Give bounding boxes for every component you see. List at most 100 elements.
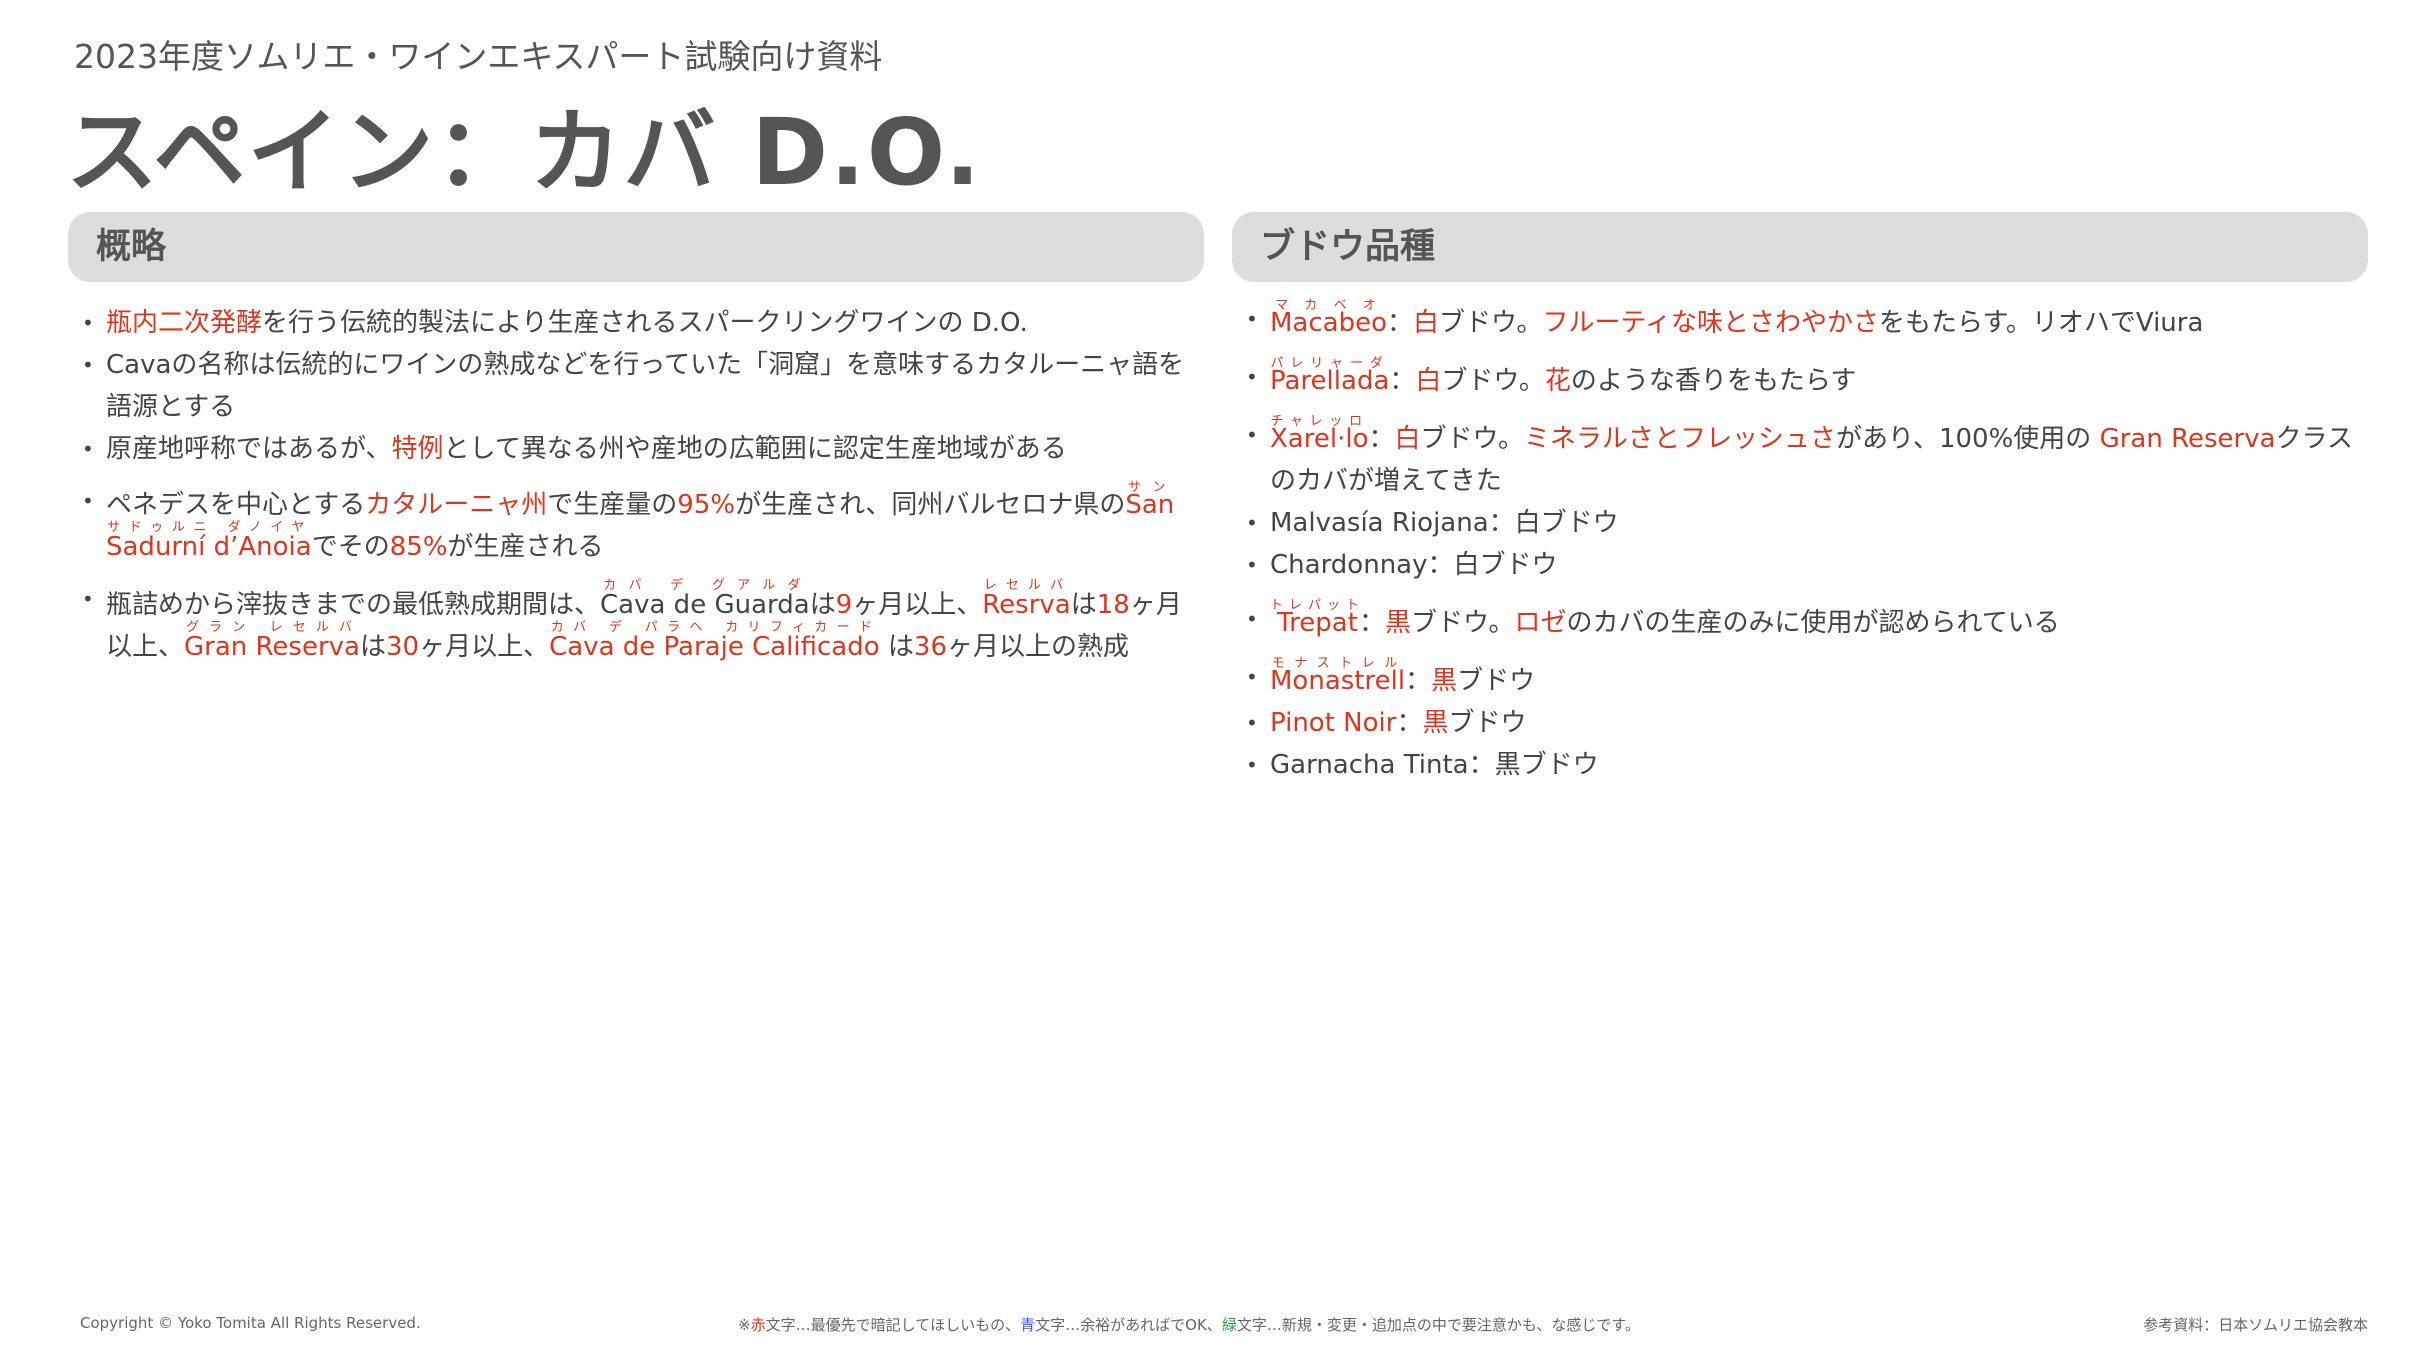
ruby-term: Sadurní d’Anoiaサドゥルニ ダノイヤ	[106, 520, 312, 562]
copyright-text: Copyright © Yoko Tomita All Rights Reser…	[80, 1314, 421, 1332]
ruby-term: Trepatトレパット	[1270, 598, 1365, 638]
body-text: が生産される	[447, 532, 604, 562]
overview-list: • 瓶内二次発酵を行う伝統的製法により生産されるスパークリングワインの D.O. •…	[68, 302, 1204, 668]
grape-varieties-list: • Macabeoマカベオ：白ブドウ。フルーティな味とさわやかさをもたらす。リオハ…	[1232, 298, 2368, 786]
grape-varieties-heading: ブドウ品種	[1232, 212, 2368, 282]
body-text: ブドウ	[1457, 666, 1536, 696]
highlight-text: 白	[1394, 424, 1421, 454]
bullet-icon: •	[1246, 753, 1258, 777]
highlight-text: カタルーニャ州	[365, 490, 548, 520]
body-text: Chardonnay：白ブドウ	[1270, 550, 1558, 580]
ruby-term: Monastrellモナストレル	[1270, 656, 1405, 696]
list-item: • ペネデスを中心とするカタルーニャ州で生産量の95%が生産され、同州バルセロナ県…	[68, 480, 1204, 568]
body-text: ヶ月以上、	[419, 632, 550, 662]
bullet-icon: •	[1246, 665, 1258, 689]
overview-heading: 概略	[68, 212, 1204, 282]
furigana: サン	[1125, 480, 1175, 495]
highlight-text: 9	[835, 590, 853, 620]
ruby-term: Macabeoマカベオ	[1270, 298, 1387, 338]
bullet-icon: •	[1246, 307, 1258, 331]
body-text: Malvasía Riojana：白ブドウ	[1270, 508, 1619, 538]
body-text: ：	[1387, 308, 1414, 338]
body-text: 文字…新規・変更・追加点の中で要注意かも、な感じです。	[1236, 1316, 1640, 1334]
highlight-text: 85%	[389, 532, 448, 562]
body-text: ブドウ	[1448, 708, 1527, 738]
body-text: は	[1070, 590, 1097, 620]
bullet-icon: •	[1246, 553, 1258, 577]
highlight-text: 黒	[1385, 608, 1412, 638]
furigana: トレパット	[1270, 598, 1366, 613]
furigana: マカベオ	[1270, 298, 1387, 313]
body-text: が生産され、同州バルセロナ県の	[735, 490, 1126, 520]
highlight-text: ミネラルさとフレッシュさ	[1524, 424, 1837, 454]
body-text: ブドウ。	[1441, 366, 1545, 396]
furigana: グラン レセルバ	[184, 620, 360, 635]
body-text: ブドウ。	[1420, 424, 1524, 454]
highlight-text: Gran Reserva	[2099, 424, 2276, 454]
ruby-term: Cava de Guardaカバ デ グアルダ	[600, 578, 810, 620]
highlight-text: 白	[1415, 366, 1442, 396]
bullet-icon: •	[82, 437, 94, 461]
highlight-text: 特例	[391, 434, 444, 464]
list-item: • 瓶内二次発酵を行う伝統的製法により生産されるスパークリングワインの D.O.	[68, 302, 1204, 344]
reference-note: 参考資料：日本ソムリエ協会教本	[2143, 1316, 2368, 1334]
ruby-term: Sanサン	[1125, 480, 1174, 520]
term-text: Cava de Guarda	[600, 590, 810, 620]
term-text: Sadurní d’Anoia	[106, 532, 312, 562]
highlight-text: 95%	[677, 490, 736, 520]
bullet-icon: •	[82, 489, 94, 513]
highlight-text: 36	[913, 632, 948, 662]
list-item: • Chardonnay：白ブドウ	[1232, 544, 2368, 586]
body-text: があり、100%使用の	[1836, 424, 2100, 454]
highlight-text: ロゼ	[1514, 608, 1567, 638]
list-item: • Cavaの名称は伝統的にワインの熟成などを行っていた「洞窟」を意味するカタルー…	[68, 344, 1204, 428]
highlight-text: 白	[1413, 308, 1440, 338]
body-text: で生産量の	[547, 490, 678, 520]
list-item: • Garnacha Tinta：黒ブドウ	[1232, 744, 2368, 786]
body-text: ペネデスを中心とする	[106, 490, 366, 520]
highlight-text: 30	[386, 632, 420, 662]
furigana: サドゥルニ ダノイヤ	[106, 520, 312, 535]
page-title: スペイン：カバ D.O.	[66, 99, 983, 206]
bullet-icon: •	[82, 353, 94, 377]
list-item: • Monastrellモナストレル：黒ブドウ	[1232, 656, 2368, 702]
term-text: Cava de Paraje Calificado	[549, 632, 880, 662]
highlight-text: 瓶内二次発酵	[106, 308, 263, 338]
term-text: Resrva	[982, 590, 1071, 620]
body-text: のカバの生産のみに使用が認められている	[1566, 608, 2060, 638]
bullet-icon: •	[1246, 423, 1258, 447]
grape-varieties-panel: ブドウ品種 • Macabeoマカベオ：白ブドウ。フルーティな味とさわやかさをもた…	[1232, 212, 2368, 786]
furigana: カバ デ パラヘ カリフィカード	[549, 620, 880, 635]
body-text: のような香りをもたらす	[1570, 366, 1857, 396]
bullet-icon: •	[1246, 511, 1258, 535]
list-item: • Malvasía Riojana：白ブドウ	[1232, 502, 2368, 544]
highlight-text: 青	[1020, 1316, 1036, 1334]
list-item: • Trepatトレパット：黒ブドウ。ロゼのカバの生産のみに使用が認められている	[1232, 598, 2368, 644]
furigana: モナストレル	[1270, 656, 1406, 671]
color-legend-note: ※赤文字…最優先で暗記してほしいもの、青文字…余裕があればでOK、緑文字…新規・…	[738, 1314, 1640, 1335]
body-text: ヶ月以上、	[852, 590, 983, 620]
body-text: Cavaの名称は伝統的にワインの熟成などを行っていた「洞窟」を意味するカタルーニ…	[106, 350, 1185, 422]
page-subtitle: 2023年度ソムリエ・ワインエキスパート試験向け資料	[74, 37, 883, 76]
ruby-term: Resrvaレセルバ	[982, 578, 1071, 620]
list-item: • Xarel·loチャレッロ：白ブドウ。ミネラルさとフレッシュさがあり、100%…	[1232, 414, 2368, 502]
body-text: 文字…最優先で暗記してほしいもの、	[765, 1316, 1021, 1334]
body-text: を行う伝統的製法により生産されるスパークリングワインの D.O.	[262, 308, 1028, 338]
ruby-term: Parelladaパレリャーダ	[1270, 356, 1389, 396]
ruby-term: Gran Reservaグラン レセルバ	[184, 620, 360, 662]
body-text: 瓶詰めから滓抜きまでの最低熟成期間は、	[106, 590, 601, 620]
bullet-icon: •	[1246, 607, 1258, 631]
list-item: • 原産地呼称ではあるが、特例として異なる州や産地の広範囲に認定生産地域がある	[68, 428, 1204, 470]
bullet-icon: •	[1246, 711, 1258, 735]
highlight-text: フルーティな味とさわやかさ	[1542, 308, 1879, 338]
ruby-term: Cava de Paraje Calificadoカバ デ パラヘ カリフィカー…	[549, 620, 880, 662]
highlight-text: 赤	[750, 1316, 766, 1334]
body-text: ヶ月以上の熟成	[947, 632, 1130, 662]
highlight-text: 18	[1096, 590, 1130, 620]
furigana: パレリャーダ	[1270, 356, 1390, 371]
body-text: ブドウ。	[1411, 608, 1515, 638]
list-item: • Macabeoマカベオ：白ブドウ。フルーティな味とさわやかさをもたらす。リオハ…	[1232, 298, 2368, 344]
bullet-icon: •	[82, 311, 94, 335]
list-item: • Pinot Noir：黒ブドウ	[1232, 702, 2368, 744]
term-text: Gran Reserva	[184, 632, 360, 662]
